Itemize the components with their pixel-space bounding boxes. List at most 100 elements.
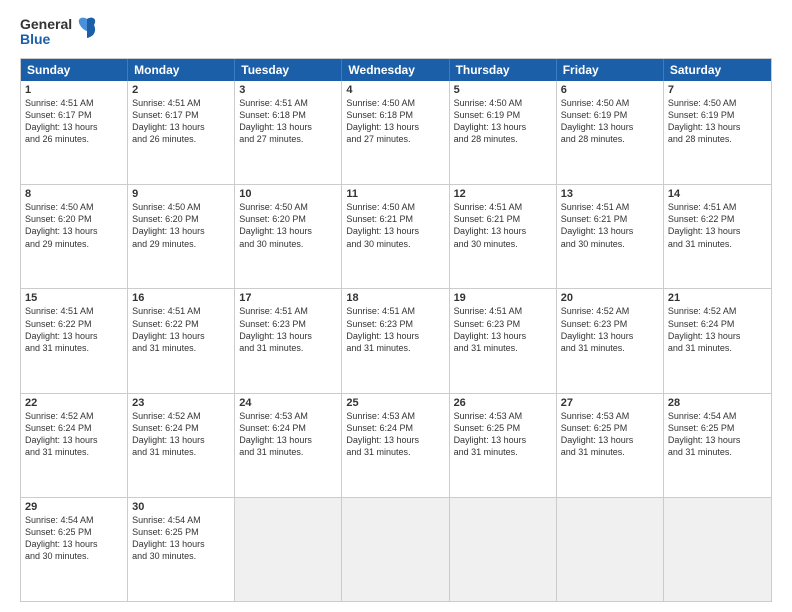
cell-info: Sunrise: 4:50 AM Sunset: 6:20 PM Dayligh… xyxy=(239,201,337,250)
table-row: 10Sunrise: 4:50 AM Sunset: 6:20 PM Dayli… xyxy=(235,185,342,288)
calendar-header: Sunday Monday Tuesday Wednesday Thursday… xyxy=(21,59,771,81)
table-row: 30Sunrise: 4:54 AM Sunset: 6:25 PM Dayli… xyxy=(128,498,235,601)
day-number: 27 xyxy=(561,397,659,409)
col-monday: Monday xyxy=(128,59,235,81)
day-number: 18 xyxy=(346,292,444,304)
day-number: 21 xyxy=(668,292,767,304)
cell-info: Sunrise: 4:50 AM Sunset: 6:21 PM Dayligh… xyxy=(346,201,444,250)
col-tuesday: Tuesday xyxy=(235,59,342,81)
day-number: 8 xyxy=(25,188,123,200)
day-number: 20 xyxy=(561,292,659,304)
table-row: 23Sunrise: 4:52 AM Sunset: 6:24 PM Dayli… xyxy=(128,394,235,497)
table-row: 5Sunrise: 4:50 AM Sunset: 6:19 PM Daylig… xyxy=(450,81,557,184)
day-number: 7 xyxy=(668,84,767,96)
cell-info: Sunrise: 4:51 AM Sunset: 6:23 PM Dayligh… xyxy=(454,305,552,354)
table-row: 9Sunrise: 4:50 AM Sunset: 6:20 PM Daylig… xyxy=(128,185,235,288)
table-row: 15Sunrise: 4:51 AM Sunset: 6:22 PM Dayli… xyxy=(21,289,128,392)
header: General Blue xyxy=(20,16,772,48)
cell-info: Sunrise: 4:52 AM Sunset: 6:23 PM Dayligh… xyxy=(561,305,659,354)
table-row: 13Sunrise: 4:51 AM Sunset: 6:21 PM Dayli… xyxy=(557,185,664,288)
logo-bird-icon xyxy=(74,16,100,46)
day-number: 29 xyxy=(25,501,123,513)
cell-info: Sunrise: 4:50 AM Sunset: 6:20 PM Dayligh… xyxy=(132,201,230,250)
day-number: 9 xyxy=(132,188,230,200)
day-number: 2 xyxy=(132,84,230,96)
day-number: 25 xyxy=(346,397,444,409)
cell-info: Sunrise: 4:51 AM Sunset: 6:23 PM Dayligh… xyxy=(346,305,444,354)
cell-info: Sunrise: 4:51 AM Sunset: 6:22 PM Dayligh… xyxy=(25,305,123,354)
cell-info: Sunrise: 4:54 AM Sunset: 6:25 PM Dayligh… xyxy=(25,514,123,563)
table-row: 14Sunrise: 4:51 AM Sunset: 6:22 PM Dayli… xyxy=(664,185,771,288)
logo-blue: Blue xyxy=(20,32,72,47)
week-row-3: 15Sunrise: 4:51 AM Sunset: 6:22 PM Dayli… xyxy=(21,289,771,393)
day-number: 15 xyxy=(25,292,123,304)
table-row: 3Sunrise: 4:51 AM Sunset: 6:18 PM Daylig… xyxy=(235,81,342,184)
day-number: 24 xyxy=(239,397,337,409)
cell-info: Sunrise: 4:50 AM Sunset: 6:19 PM Dayligh… xyxy=(668,97,767,146)
day-number: 6 xyxy=(561,84,659,96)
table-row xyxy=(664,498,771,601)
table-row: 27Sunrise: 4:53 AM Sunset: 6:25 PM Dayli… xyxy=(557,394,664,497)
cell-info: Sunrise: 4:51 AM Sunset: 6:21 PM Dayligh… xyxy=(561,201,659,250)
table-row: 22Sunrise: 4:52 AM Sunset: 6:24 PM Dayli… xyxy=(21,394,128,497)
table-row: 4Sunrise: 4:50 AM Sunset: 6:18 PM Daylig… xyxy=(342,81,449,184)
table-row: 28Sunrise: 4:54 AM Sunset: 6:25 PM Dayli… xyxy=(664,394,771,497)
cell-info: Sunrise: 4:51 AM Sunset: 6:22 PM Dayligh… xyxy=(668,201,767,250)
page: General Blue Sunday Monday Tuesday Wedne… xyxy=(0,0,792,612)
cell-info: Sunrise: 4:51 AM Sunset: 6:17 PM Dayligh… xyxy=(25,97,123,146)
logo-wrapper: General Blue xyxy=(20,16,100,48)
day-number: 17 xyxy=(239,292,337,304)
day-number: 23 xyxy=(132,397,230,409)
cell-info: Sunrise: 4:53 AM Sunset: 6:25 PM Dayligh… xyxy=(561,410,659,459)
day-number: 14 xyxy=(668,188,767,200)
day-number: 3 xyxy=(239,84,337,96)
cell-info: Sunrise: 4:51 AM Sunset: 6:22 PM Dayligh… xyxy=(132,305,230,354)
calendar: Sunday Monday Tuesday Wednesday Thursday… xyxy=(20,58,772,602)
table-row: 29Sunrise: 4:54 AM Sunset: 6:25 PM Dayli… xyxy=(21,498,128,601)
day-number: 12 xyxy=(454,188,552,200)
table-row: 25Sunrise: 4:53 AM Sunset: 6:24 PM Dayli… xyxy=(342,394,449,497)
col-saturday: Saturday xyxy=(664,59,771,81)
cell-info: Sunrise: 4:50 AM Sunset: 6:20 PM Dayligh… xyxy=(25,201,123,250)
week-row-2: 8Sunrise: 4:50 AM Sunset: 6:20 PM Daylig… xyxy=(21,185,771,289)
table-row xyxy=(342,498,449,601)
day-number: 4 xyxy=(346,84,444,96)
cell-info: Sunrise: 4:53 AM Sunset: 6:25 PM Dayligh… xyxy=(454,410,552,459)
cell-info: Sunrise: 4:54 AM Sunset: 6:25 PM Dayligh… xyxy=(668,410,767,459)
table-row: 19Sunrise: 4:51 AM Sunset: 6:23 PM Dayli… xyxy=(450,289,557,392)
table-row xyxy=(450,498,557,601)
day-number: 22 xyxy=(25,397,123,409)
table-row: 17Sunrise: 4:51 AM Sunset: 6:23 PM Dayli… xyxy=(235,289,342,392)
day-number: 19 xyxy=(454,292,552,304)
table-row: 2Sunrise: 4:51 AM Sunset: 6:17 PM Daylig… xyxy=(128,81,235,184)
table-row: 11Sunrise: 4:50 AM Sunset: 6:21 PM Dayli… xyxy=(342,185,449,288)
week-row-5: 29Sunrise: 4:54 AM Sunset: 6:25 PM Dayli… xyxy=(21,498,771,601)
day-number: 10 xyxy=(239,188,337,200)
cell-info: Sunrise: 4:51 AM Sunset: 6:23 PM Dayligh… xyxy=(239,305,337,354)
day-number: 1 xyxy=(25,84,123,96)
day-number: 11 xyxy=(346,188,444,200)
day-number: 30 xyxy=(132,501,230,513)
cell-info: Sunrise: 4:51 AM Sunset: 6:17 PM Dayligh… xyxy=(132,97,230,146)
day-number: 16 xyxy=(132,292,230,304)
cell-info: Sunrise: 4:52 AM Sunset: 6:24 PM Dayligh… xyxy=(25,410,123,459)
cell-info: Sunrise: 4:50 AM Sunset: 6:19 PM Dayligh… xyxy=(454,97,552,146)
cell-info: Sunrise: 4:53 AM Sunset: 6:24 PM Dayligh… xyxy=(346,410,444,459)
week-row-1: 1Sunrise: 4:51 AM Sunset: 6:17 PM Daylig… xyxy=(21,81,771,185)
table-row: 16Sunrise: 4:51 AM Sunset: 6:22 PM Dayli… xyxy=(128,289,235,392)
table-row: 6Sunrise: 4:50 AM Sunset: 6:19 PM Daylig… xyxy=(557,81,664,184)
table-row: 8Sunrise: 4:50 AM Sunset: 6:20 PM Daylig… xyxy=(21,185,128,288)
table-row: 24Sunrise: 4:53 AM Sunset: 6:24 PM Dayli… xyxy=(235,394,342,497)
cell-info: Sunrise: 4:53 AM Sunset: 6:24 PM Dayligh… xyxy=(239,410,337,459)
col-friday: Friday xyxy=(557,59,664,81)
cell-info: Sunrise: 4:54 AM Sunset: 6:25 PM Dayligh… xyxy=(132,514,230,563)
cell-info: Sunrise: 4:51 AM Sunset: 6:21 PM Dayligh… xyxy=(454,201,552,250)
week-row-4: 22Sunrise: 4:52 AM Sunset: 6:24 PM Dayli… xyxy=(21,394,771,498)
cell-info: Sunrise: 4:52 AM Sunset: 6:24 PM Dayligh… xyxy=(668,305,767,354)
day-number: 26 xyxy=(454,397,552,409)
table-row: 26Sunrise: 4:53 AM Sunset: 6:25 PM Dayli… xyxy=(450,394,557,497)
col-wednesday: Wednesday xyxy=(342,59,449,81)
cell-info: Sunrise: 4:51 AM Sunset: 6:18 PM Dayligh… xyxy=(239,97,337,146)
logo: General Blue xyxy=(20,16,100,48)
table-row: 7Sunrise: 4:50 AM Sunset: 6:19 PM Daylig… xyxy=(664,81,771,184)
